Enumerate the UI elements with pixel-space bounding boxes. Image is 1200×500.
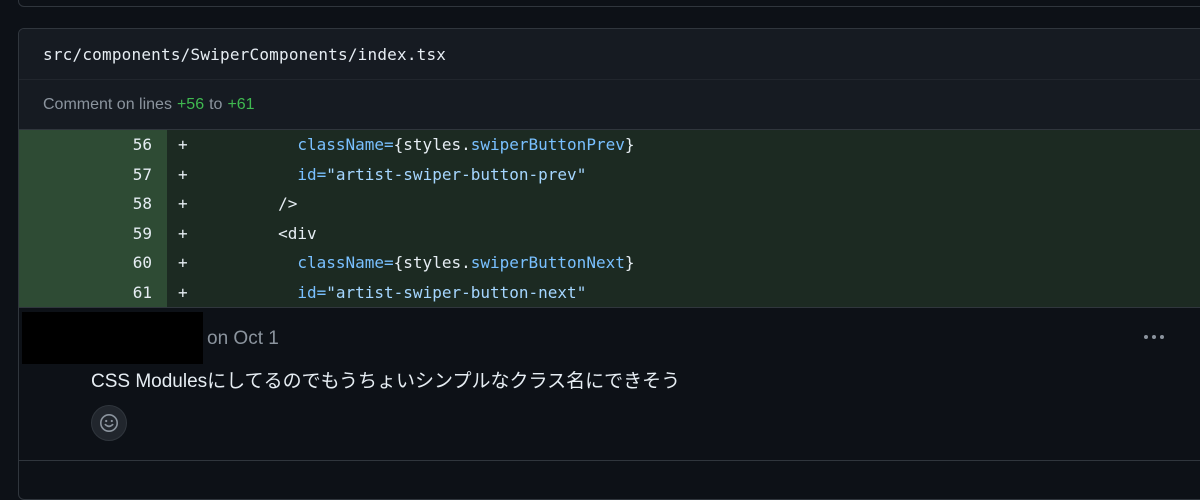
addition-marker: + <box>178 194 188 214</box>
comment-line-range: Comment on lines +56 to +61 <box>19 80 1200 130</box>
add-reaction-button[interactable] <box>91 405 127 441</box>
code-token: swiperButtonNext <box>470 253 625 273</box>
code-token: <div <box>278 223 317 243</box>
comment-timestamp[interactable]: on Oct 1 <box>207 328 279 350</box>
line-code: + id= "artist-swiper-button-next" <box>167 277 1200 307</box>
addition-marker: + <box>178 253 188 273</box>
line-number[interactable]: 58 <box>19 189 167 219</box>
code-token: } <box>624 135 635 155</box>
code-token: swiperButtonPrev <box>470 135 625 155</box>
range-start: +56 <box>176 95 205 113</box>
diff-line: 56 + className= {styles. swiperButtonPrev} <box>19 130 1200 160</box>
kebab-horizontal-icon <box>1144 335 1148 339</box>
addition-marker: + <box>178 282 188 302</box>
code-token: id= <box>297 164 327 184</box>
file-header: src/components/SwiperComponents/index.ts… <box>19 29 1200 80</box>
code-token: {styles. <box>393 253 471 273</box>
diff-line: 61 + id= "artist-swiper-button-next" <box>19 277 1200 307</box>
line-code: + <div <box>167 218 1200 248</box>
addition-marker: + <box>178 223 188 243</box>
line-number[interactable]: 59 <box>19 218 167 248</box>
code-token: {styles. <box>393 135 471 155</box>
comment-range-prefix: Comment on lines <box>43 95 172 113</box>
line-code: + className= {styles. swiperButtonPrev} <box>167 130 1200 160</box>
code-token: id= <box>297 282 327 302</box>
line-number[interactable]: 57 <box>19 159 167 189</box>
addition-marker: + <box>178 164 188 184</box>
line-number[interactable]: 60 <box>19 248 167 278</box>
line-number[interactable]: 56 <box>19 130 167 160</box>
code-token: /> <box>278 194 298 214</box>
range-to: to <box>209 95 223 113</box>
review-comment: on Oct 1 CSS Modulesにしてるのでもうちょいシンプルなクラス名… <box>19 307 1200 478</box>
line-code: + className= {styles. swiperButtonNext} <box>167 248 1200 278</box>
diff-hunk: 56 + className= {styles. swiperButtonPrev} 5… <box>19 130 1200 307</box>
line-number[interactable]: 61 <box>19 277 167 307</box>
code-token: } <box>624 253 635 273</box>
range-end: +61 <box>227 95 255 113</box>
file-path[interactable]: src/components/SwiperComponents/index.ts… <box>43 45 446 64</box>
code-token: className= <box>297 135 394 155</box>
diff-line: 60 + className= {styles. swiperButtonNext} <box>19 248 1200 278</box>
smiley-icon <box>100 414 118 432</box>
line-code: + /> <box>167 189 1200 219</box>
thread-footer-divider <box>19 460 1200 461</box>
addition-marker: + <box>178 135 188 155</box>
diff-line: 58 + /> <box>19 189 1200 219</box>
code-token: "artist-swiper-button-next" <box>326 282 587 302</box>
comment-body: CSS Modulesにしてるのでもうちょいシンプルなクラス名にできそう <box>91 371 681 392</box>
code-token: "artist-swiper-button-prev" <box>326 164 587 184</box>
more-options-button[interactable] <box>1139 327 1169 347</box>
diff-line: 59 + <div <box>19 218 1200 248</box>
code-token: className= <box>297 253 394 273</box>
redacted-author <box>22 312 203 364</box>
diff-line: 57 + id= "artist-swiper-button-prev" <box>19 159 1200 189</box>
review-thread: src/components/SwiperComponents/index.ts… <box>18 28 1200 500</box>
previous-comment-box <box>18 0 1200 7</box>
line-code: + id= "artist-swiper-button-prev" <box>167 159 1200 189</box>
